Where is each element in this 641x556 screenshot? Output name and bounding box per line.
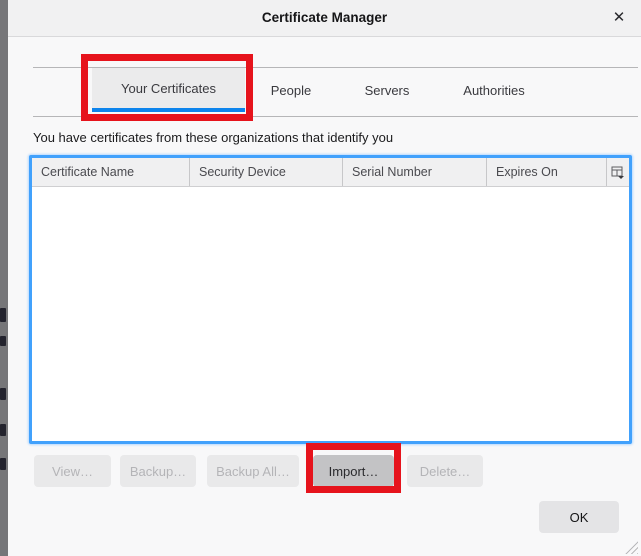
tab-servers[interactable]: Servers [352, 68, 422, 112]
column-picker-icon [611, 166, 624, 179]
tab-label: Your Certificates [121, 81, 216, 96]
tab-label: People [271, 83, 311, 98]
ok-button-label: OK [570, 510, 589, 525]
certificate-manager-dialog: Certificate Manager ✕ Your Certificates … [8, 0, 641, 556]
view-button: View… [34, 455, 111, 487]
backup-button-label: Backup… [130, 464, 186, 479]
delete-button-label: Delete… [420, 464, 471, 479]
title-bar: Certificate Manager ✕ [8, 0, 641, 37]
tab-authorities[interactable]: Authorities [452, 68, 536, 112]
view-button-label: View… [52, 464, 93, 479]
ok-button[interactable]: OK [539, 501, 619, 533]
column-header-expires-on[interactable]: Expires On [487, 158, 607, 186]
tab-description-text: You have certificates from these organiz… [33, 130, 393, 145]
background-page-strip [0, 0, 8, 556]
tab-strip-divider-bottom [33, 116, 638, 117]
resize-grip-icon[interactable] [621, 537, 638, 554]
background-artifact [0, 458, 6, 470]
backup-all-button: Backup All… [207, 455, 299, 487]
certificate-list-body-empty[interactable] [32, 187, 629, 441]
tab-people[interactable]: People [258, 68, 324, 112]
certificate-list[interactable]: Certificate Name Security Device Serial … [29, 155, 632, 444]
column-header-security-device[interactable]: Security Device [190, 158, 343, 186]
backup-all-button-label: Backup All… [216, 464, 290, 479]
column-header-certificate-name[interactable]: Certificate Name [32, 158, 190, 186]
column-picker-button[interactable] [607, 158, 628, 186]
column-header-serial-number[interactable]: Serial Number [343, 158, 487, 186]
background-artifact [0, 424, 6, 436]
import-button-label: Import… [329, 464, 379, 479]
dialog-title: Certificate Manager [8, 0, 641, 36]
delete-button: Delete… [407, 455, 483, 487]
background-artifact [0, 308, 6, 322]
tab-label: Authorities [463, 83, 524, 98]
certificate-list-header: Certificate Name Security Device Serial … [32, 158, 629, 187]
background-artifact [0, 388, 6, 400]
tab-label: Servers [365, 83, 410, 98]
tab-your-certificates[interactable]: Your Certificates [92, 68, 245, 112]
backup-button: Backup… [120, 455, 196, 487]
import-button[interactable]: Import… [313, 455, 394, 487]
background-artifact [0, 336, 6, 346]
close-icon[interactable]: ✕ [609, 8, 629, 28]
